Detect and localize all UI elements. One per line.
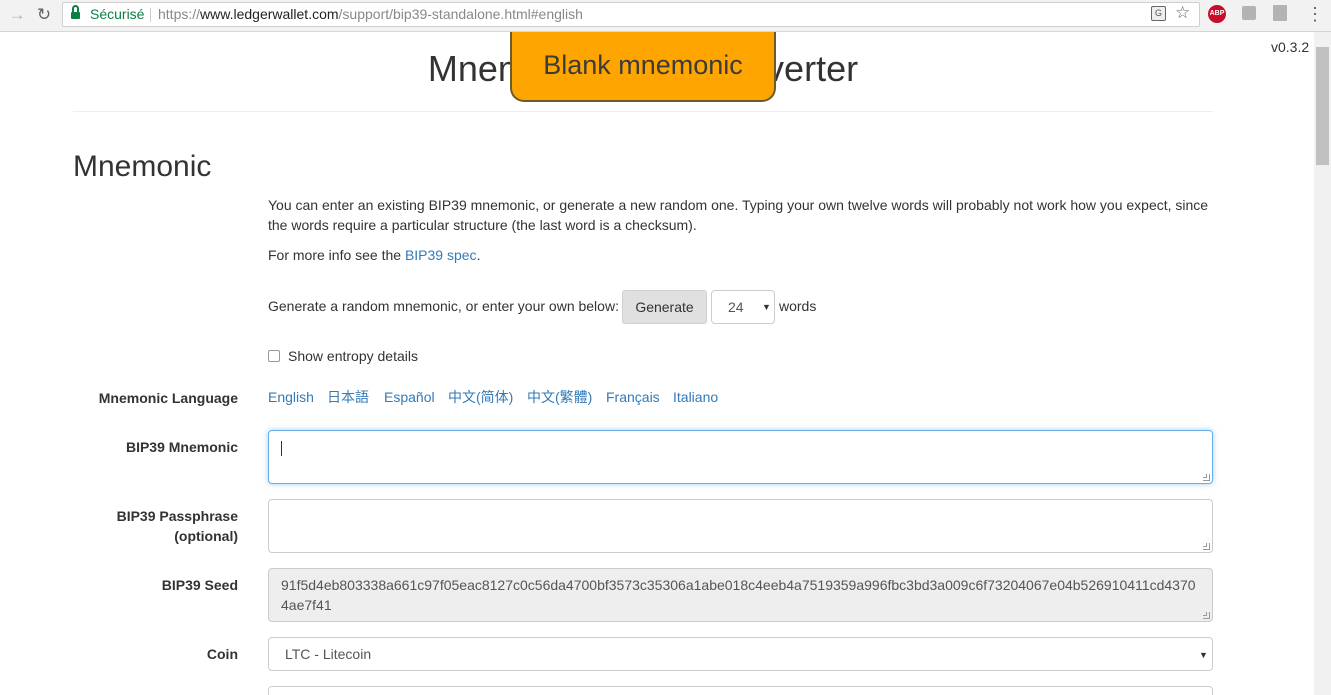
page-scrollbar[interactable] bbox=[1314, 32, 1331, 695]
language-french[interactable]: Français bbox=[606, 387, 660, 407]
bip39-passphrase-input[interactable] bbox=[268, 499, 1213, 553]
text-cursor bbox=[281, 441, 282, 456]
extension-bag-icon[interactable] bbox=[1242, 6, 1256, 20]
scrollbar-thumb[interactable] bbox=[1316, 47, 1329, 165]
bookmark-star-icon[interactable]: ☆ bbox=[1175, 3, 1190, 23]
bip39-seed-field[interactable]: 91f5d4eb803338a661c97f05eac8127c0c56da47… bbox=[268, 568, 1213, 622]
coin-value: LTC - Litecoin bbox=[285, 646, 372, 662]
resize-handle-icon[interactable] bbox=[1203, 543, 1210, 550]
bip39-passphrase-label: BIP39 Passphrase bbox=[116, 508, 238, 524]
adblock-icon[interactable]: ABP bbox=[1208, 5, 1226, 23]
word-count-value: 24 bbox=[728, 299, 744, 315]
pdf-extension-icon[interactable] bbox=[1273, 5, 1287, 21]
intro-text: You can enter an existing BIP39 mnemonic… bbox=[268, 197, 1209, 233]
bip39-seed-value: 91f5d4eb803338a661c97f05eac8127c0c56da47… bbox=[281, 577, 1196, 613]
browser-toolbar: → ↻ Sécurisé https://www.ledgerwallet.co… bbox=[0, 0, 1331, 32]
url-text[interactable]: https://www.ledgerwallet.com/support/bip… bbox=[158, 6, 583, 22]
language-chinese-simplified[interactable]: 中文(简体) bbox=[448, 387, 513, 407]
reload-icon[interactable]: ↻ bbox=[33, 4, 55, 26]
divider bbox=[150, 8, 151, 22]
coin-label: Coin bbox=[206, 646, 238, 662]
mnemonic-language-label: Mnemonic Language bbox=[98, 390, 238, 406]
bip39-mnemonic-input[interactable] bbox=[268, 430, 1213, 484]
bip39-mnemonic-label: BIP39 Mnemonic bbox=[125, 439, 238, 455]
language-italian[interactable]: Italiano bbox=[673, 387, 718, 407]
words-suffix: words bbox=[779, 298, 817, 314]
language-english[interactable]: English bbox=[268, 387, 314, 407]
dropdown-caret-icon: ▼ bbox=[1199, 650, 1208, 660]
bip39-passphrase-optional-label: (optional) bbox=[174, 528, 238, 544]
bip39-seed-label: BIP39 Seed bbox=[161, 577, 238, 593]
coin-select[interactable]: LTC - Litecoin ▼ bbox=[268, 637, 1213, 671]
forward-icon[interactable]: → bbox=[6, 4, 28, 26]
generate-prompt: Generate a random mnemonic, or enter you… bbox=[268, 298, 619, 314]
more-info-text: For more info see the BIP39 spec. bbox=[268, 247, 481, 263]
bip39-spec-link[interactable]: BIP39 spec bbox=[405, 247, 477, 263]
section-title-mnemonic: Mnemonic bbox=[73, 150, 212, 183]
title-divider bbox=[73, 111, 1213, 112]
language-japanese[interactable]: 日本語 bbox=[327, 387, 369, 407]
show-entropy-checkbox[interactable] bbox=[268, 350, 280, 362]
show-entropy-label[interactable]: Show entropy details bbox=[288, 346, 418, 366]
resize-handle-icon[interactable] bbox=[1203, 474, 1210, 481]
blank-mnemonic-banner: Blank mnemonic bbox=[510, 32, 776, 102]
generate-button[interactable]: Generate bbox=[622, 290, 707, 324]
translate-icon[interactable]: G bbox=[1151, 6, 1166, 21]
word-count-select[interactable]: 24 ▼ bbox=[711, 290, 775, 324]
resize-handle-icon[interactable] bbox=[1203, 612, 1210, 619]
address-bar[interactable]: Sécurisé https://www.ledgerwallet.com/su… bbox=[62, 2, 1200, 27]
next-field[interactable] bbox=[268, 686, 1213, 695]
secure-label: Sécurisé bbox=[90, 6, 145, 22]
browser-menu-icon[interactable]: ⋮ bbox=[1306, 3, 1324, 25]
language-spanish[interactable]: Español bbox=[384, 387, 435, 407]
lock-icon bbox=[71, 5, 80, 20]
version-label: v0.3.2 bbox=[1271, 39, 1310, 55]
dropdown-caret-icon: ▼ bbox=[762, 302, 771, 312]
language-chinese-traditional[interactable]: 中文(繁體) bbox=[527, 387, 592, 407]
